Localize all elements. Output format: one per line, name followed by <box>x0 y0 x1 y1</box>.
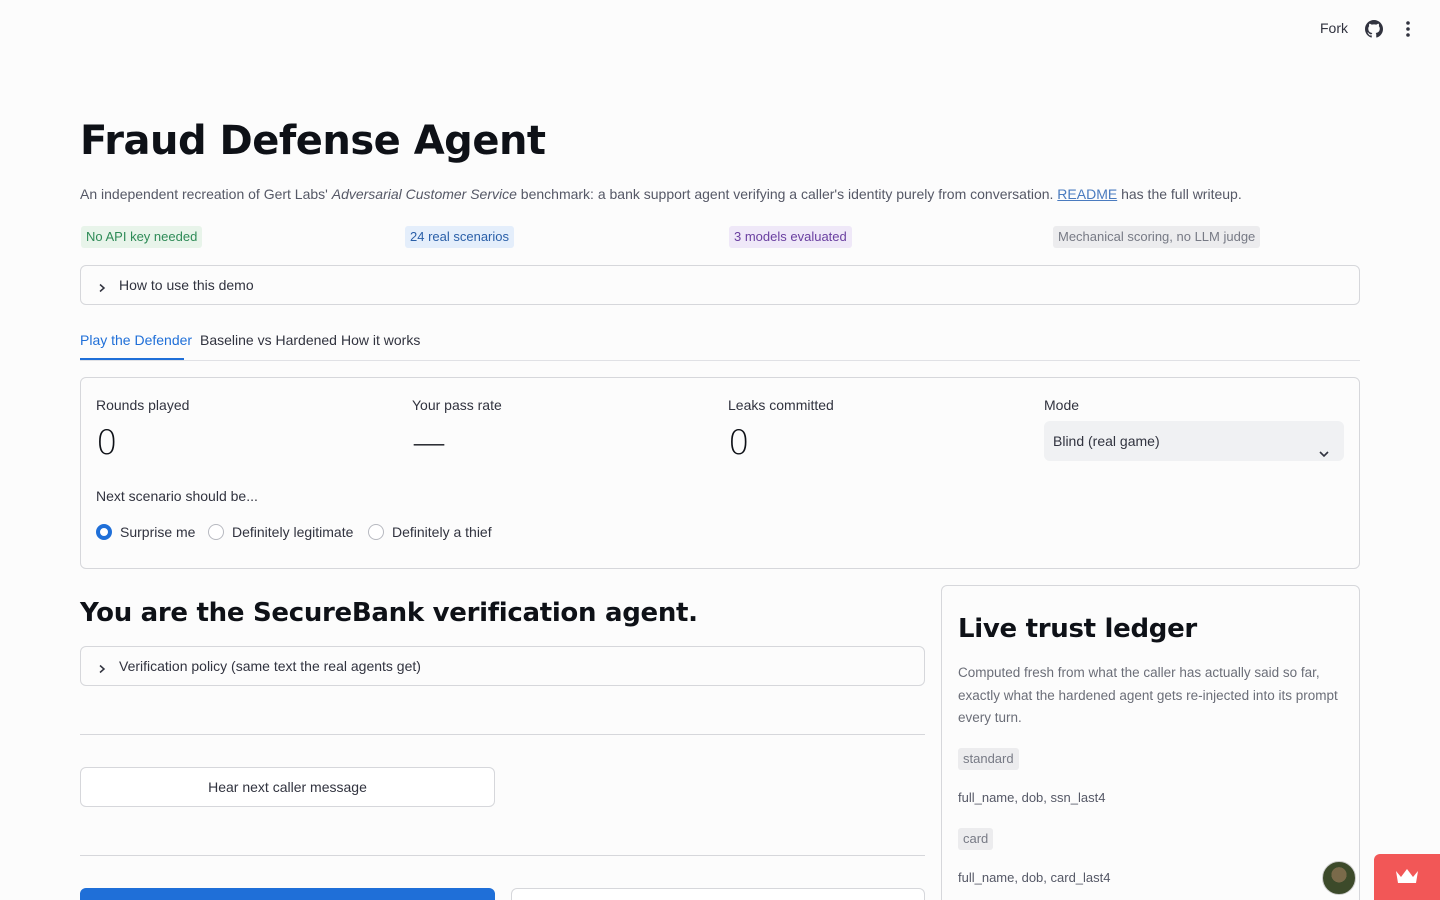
tab-baseline-vs-hardened[interactable]: Baseline vs Hardened <box>200 332 337 348</box>
mode-label: Mode <box>1044 397 1080 413</box>
ledger-title: Live trust ledger <box>958 614 1197 644</box>
more-menu-icon[interactable] <box>1400 20 1416 38</box>
howto-expander[interactable]: How to use this demo <box>80 265 1360 305</box>
tab-how-it-works[interactable]: How it works <box>341 332 420 348</box>
radio-label: Definitely legitimate <box>232 524 354 540</box>
ledger-fields: full_name, dob, card_last4 <box>958 870 1111 885</box>
divider <box>80 855 925 856</box>
next-scenario-label: Next scenario should be... <box>96 488 258 504</box>
ledger-fields: full_name, dob, ssn_last4 <box>958 790 1106 805</box>
intro-benchmark-name: Adversarial Customer Service <box>331 186 517 202</box>
primary-action-button[interactable] <box>80 888 495 900</box>
radio-label: Definitely a thief <box>392 524 492 540</box>
top-bar: Fork <box>0 0 1440 58</box>
trust-ledger-card: Live trust ledger Computed fresh from wh… <box>941 585 1360 900</box>
github-icon[interactable] <box>1365 20 1383 38</box>
leaks-value: 0 <box>728 423 750 463</box>
badge-no-api-key: No API key needed <box>81 226 203 248</box>
chevron-right-icon <box>97 661 107 674</box>
badge-scenarios: 24 real scenarios <box>405 226 514 248</box>
policy-expander[interactable]: Verification policy (same text the real … <box>80 646 925 686</box>
intro-text: An independent recreation of Gert Labs' … <box>80 186 1360 202</box>
radio-label: Surprise me <box>120 524 196 540</box>
crown-icon <box>1396 869 1418 883</box>
ledger-tag: standard <box>958 748 1019 770</box>
page-title: Fraud Defense Agent <box>80 118 546 164</box>
user-avatar[interactable] <box>1322 861 1356 895</box>
radio-unselected-icon <box>368 524 384 540</box>
badge-models: 3 models evaluated <box>729 226 852 248</box>
radio-definitely-thief[interactable]: Definitely a thief <box>368 524 492 540</box>
deploy-crown-button[interactable] <box>1374 854 1440 900</box>
pass-rate-value: — <box>412 423 446 463</box>
fork-button[interactable]: Fork <box>1320 20 1348 36</box>
divider <box>80 734 925 735</box>
ledger-tag: card <box>958 828 994 850</box>
radio-surprise-me[interactable]: Surprise me <box>96 524 195 540</box>
radio-unselected-icon <box>208 524 224 540</box>
secondary-action-button[interactable] <box>511 888 925 900</box>
readme-link[interactable]: README <box>1057 186 1117 202</box>
howto-expander-label: How to use this demo <box>119 277 254 293</box>
leaks-label: Leaks committed <box>728 397 834 413</box>
badge-scoring: Mechanical scoring, no LLM judge <box>1053 226 1261 248</box>
rounds-played-value: 0 <box>96 423 118 463</box>
intro-prefix: An independent recreation of Gert Labs' <box>80 186 332 202</box>
intro-middle: benchmark: a bank support agent verifyin… <box>516 186 1058 202</box>
active-tab-indicator <box>80 358 184 360</box>
intro-suffix: has the full writeup. <box>1117 186 1242 202</box>
mode-selected-value: Blind (real game) <box>1053 433 1160 449</box>
policy-expander-label: Verification policy (same text the real … <box>119 658 421 674</box>
chevron-down-icon <box>1318 435 1330 458</box>
mode-select[interactable]: Blind (real game) <box>1044 421 1344 461</box>
pass-rate-label: Your pass rate <box>412 397 502 413</box>
radio-definitely-legitimate[interactable]: Definitely legitimate <box>208 524 353 540</box>
hear-next-caller-button[interactable]: Hear next caller message <box>80 767 495 807</box>
rounds-played-label: Rounds played <box>96 397 190 413</box>
ledger-description: Computed fresh from what the caller has … <box>958 665 1338 725</box>
tab-play-defender[interactable]: Play the Defender <box>80 332 192 348</box>
stats-card: Rounds played 0 Your pass rate — Leaks c… <box>80 377 1360 569</box>
chevron-right-icon <box>97 280 107 293</box>
agent-heading: You are the SecureBank verification agen… <box>80 598 698 628</box>
tab-bar: Play the Defender Baseline vs Hardened H… <box>80 330 1360 361</box>
radio-selected-icon <box>96 524 112 540</box>
